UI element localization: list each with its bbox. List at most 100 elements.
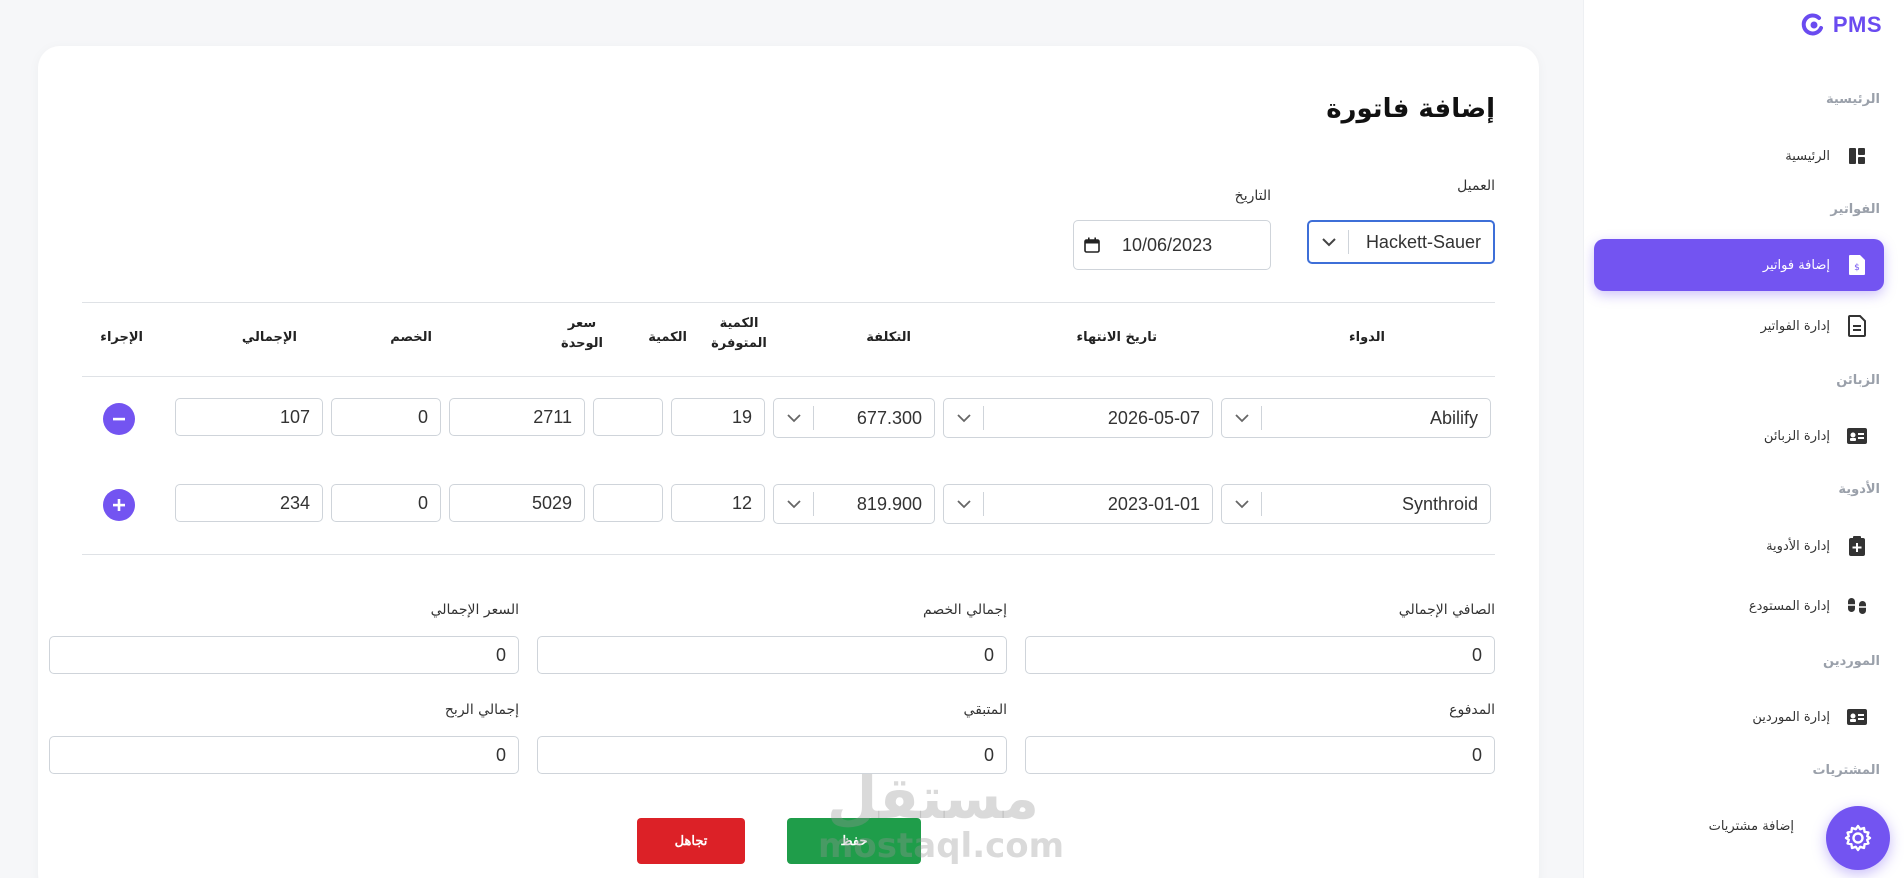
sidebar-item-add-invoices[interactable]: $ إضافة فواتير xyxy=(1594,239,1884,291)
available-qty-field[interactable]: 19 xyxy=(671,398,765,436)
date-value: 10/06/2023 xyxy=(1122,234,1213,255)
discount-total-label: إجمالي الخصم xyxy=(923,602,1007,618)
brand[interactable]: PMS xyxy=(1799,12,1882,38)
sidebar: PMS الرئيسية الرئيسية الفواتير $ إضافة ف… xyxy=(1583,0,1904,878)
discount-total-field[interactable]: 0 xyxy=(537,636,1007,674)
cost-value: 677.300 xyxy=(856,407,922,428)
th-cost: التكلفة xyxy=(866,330,911,345)
medicine-value: Synthroid xyxy=(1401,493,1478,514)
price-total-label: السعر الإجمالي xyxy=(430,602,519,618)
clipboard-plus-icon xyxy=(1846,535,1868,557)
settings-fab[interactable] xyxy=(1826,806,1890,870)
expiry-select[interactable]: 2026-05-07 xyxy=(943,398,1213,438)
cancel-button[interactable]: تجاهل xyxy=(637,818,745,864)
sidebar-item-add-purchases[interactable]: إضافة مشتريات xyxy=(1594,800,1794,852)
th-medicine: الدواء xyxy=(1348,330,1385,345)
chevron-down-icon[interactable] xyxy=(774,406,814,430)
gear-icon xyxy=(1844,824,1872,852)
medicine-value: Abilify xyxy=(1429,407,1478,428)
date-input[interactable]: 10/06/2023 xyxy=(1073,220,1271,270)
add-row-button[interactable] xyxy=(103,489,135,521)
save-button[interactable]: حفظ xyxy=(787,818,921,864)
expiry-value: 2026-05-07 xyxy=(1107,407,1200,428)
chevron-down-icon[interactable] xyxy=(944,406,984,430)
sidebar-item-label: إدارة الفواتير xyxy=(1760,318,1830,334)
unit-price-field[interactable]: 5029 xyxy=(449,484,585,522)
available-qty-field[interactable]: 12 xyxy=(671,484,765,522)
sidebar-item-label: إدارة الموردين xyxy=(1752,709,1830,725)
net-total-label: الصافي الإجمالي xyxy=(1398,602,1495,618)
svg-text:$: $ xyxy=(1854,263,1860,273)
divider xyxy=(82,554,1495,555)
expiry-select[interactable]: 2023-01-01 xyxy=(943,484,1213,524)
qty-input[interactable] xyxy=(593,484,663,522)
dashboard-icon xyxy=(1846,145,1868,167)
sidebar-item-label: إدارة الأدوية xyxy=(1766,538,1830,554)
id-card-icon xyxy=(1846,706,1868,728)
chevron-down-icon[interactable] xyxy=(944,492,984,516)
cost-select[interactable]: 677.300 xyxy=(773,398,935,438)
sidebar-item-manage-customers[interactable]: إدارة الزبائن xyxy=(1594,410,1884,462)
invoice-dollar-icon: $ xyxy=(1846,254,1868,276)
nav-section-medicines: الأدوية xyxy=(1838,482,1880,497)
sidebar-item-label: إضافة مشتريات xyxy=(1708,818,1794,834)
customer-select[interactable]: Hackett-Sauer xyxy=(1307,220,1495,264)
nav-section-suppliers: الموردين xyxy=(1823,654,1880,669)
nav-section-invoices: الفواتير xyxy=(1830,202,1880,217)
customer-label: العميل xyxy=(1457,178,1495,194)
th-total: الإجمالي xyxy=(241,330,297,345)
medicine-select[interactable]: Synthroid xyxy=(1221,484,1491,524)
sidebar-item-manage-warehouse[interactable]: إدارة المستودع xyxy=(1594,580,1884,632)
sidebar-item-label: إضافة فواتير xyxy=(1762,257,1830,273)
id-card-icon xyxy=(1846,425,1868,447)
sidebar-item-label: إدارة المستودع xyxy=(1748,598,1830,614)
remaining-label: المتبقي xyxy=(963,702,1007,718)
cost-select[interactable]: 819.900 xyxy=(773,484,935,524)
page-title: إضافة فاتورة xyxy=(1326,94,1495,124)
sidebar-item-manage-medicines[interactable]: إدارة الأدوية xyxy=(1594,520,1884,572)
row-total-field[interactable]: 234 xyxy=(175,484,323,522)
sidebar-item-manage-invoices[interactable]: إدارة الفواتير xyxy=(1594,300,1884,352)
paid-label: المدفوع xyxy=(1449,702,1495,718)
th-expiry: تاريخ الانتهاء xyxy=(1076,330,1157,345)
nav-section-purchases: المشتريات xyxy=(1812,763,1880,778)
profit-total-field[interactable]: 0 xyxy=(49,736,519,774)
brand-name: PMS xyxy=(1832,12,1882,37)
th-qty: الكمية xyxy=(648,330,687,345)
minus-icon xyxy=(113,417,125,421)
customer-value: Hackett-Sauer xyxy=(1365,231,1481,252)
date-label: التاريخ xyxy=(1234,188,1271,204)
calendar-icon[interactable] xyxy=(1074,237,1110,253)
remaining-field[interactable]: 0 xyxy=(537,736,1007,774)
profit-total-label: إجمالي الربح xyxy=(444,702,519,718)
sidebar-item-label: إدارة الزبائن xyxy=(1763,428,1830,444)
nav-section-customers: الزبائن xyxy=(1836,373,1880,388)
medicine-select[interactable]: Abilify xyxy=(1221,398,1491,438)
th-discount: الخصم xyxy=(390,330,432,345)
sidebar-item-label: الرئيسية xyxy=(1785,148,1830,164)
qty-input[interactable] xyxy=(593,398,663,436)
discount-input[interactable]: 0 xyxy=(331,484,441,522)
discount-input[interactable]: 0 xyxy=(331,398,441,436)
cost-value: 819.900 xyxy=(856,493,922,514)
pills-icon xyxy=(1846,595,1868,617)
sidebar-item-home[interactable]: الرئيسية xyxy=(1594,130,1884,182)
paid-input[interactable]: 0 xyxy=(1025,736,1495,774)
th-unit-price: سعر الوحدة xyxy=(560,316,604,351)
invoice-form-card: إضافة فاتورة العميل Hackett-Sauer التاري… xyxy=(38,46,1539,878)
price-total-field[interactable]: 0 xyxy=(49,636,519,674)
row-total-field[interactable]: 107 xyxy=(175,398,323,436)
th-available-qty: الكمية المتوفرة xyxy=(711,316,767,351)
chevron-down-icon[interactable] xyxy=(1222,492,1262,516)
net-total-field[interactable]: 0 xyxy=(1025,636,1495,674)
remove-row-button[interactable] xyxy=(103,403,135,435)
unit-price-field[interactable]: 2711 xyxy=(449,398,585,436)
chevron-down-icon[interactable] xyxy=(1309,230,1349,254)
chevron-down-icon[interactable] xyxy=(1222,406,1262,430)
th-action: الإجراء xyxy=(100,330,143,345)
divider xyxy=(82,376,1495,377)
plus-icon xyxy=(113,499,125,511)
sidebar-item-manage-suppliers[interactable]: إدارة الموردين xyxy=(1594,691,1884,743)
chevron-down-icon[interactable] xyxy=(774,492,814,516)
expiry-value: 2023-01-01 xyxy=(1107,493,1200,514)
